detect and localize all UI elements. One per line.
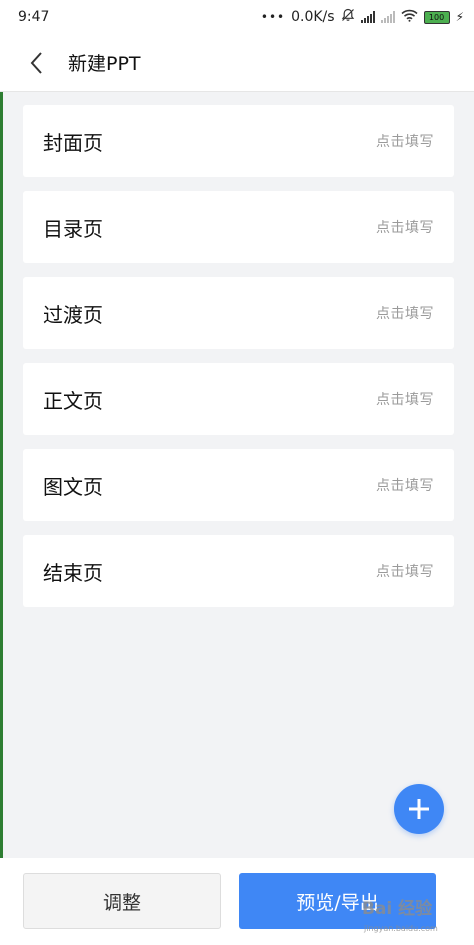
list-item-cover[interactable]: 封面页 点击填写 [23,105,454,177]
battery-icon: 100 [423,10,450,24]
charging-icon: ⚡ [455,10,464,24]
status-time: 9:47 [18,9,50,25]
plus-icon [409,799,429,819]
list-item-body[interactable]: 正文页 点击填写 [23,363,454,435]
item-hint: 点击填写 [376,134,434,150]
item-hint: 点击填写 [376,306,434,322]
chevron-left-icon [30,51,42,74]
battery-level: 100 [428,12,445,22]
page-title: 新建PPT [68,53,141,75]
item-label: 结束页 [43,560,103,585]
list-item-ending[interactable]: 结束页 点击填写 [23,535,454,607]
list-item-image-text[interactable]: 图文页 点击填写 [23,449,454,521]
watermark: Bai 经验 jingyan.baidu.com [358,888,470,938]
signal-icon [360,11,375,23]
mute-bell-icon [341,8,355,26]
item-label: 正文页 [43,388,103,413]
status-dots: ••• [260,10,286,24]
item-hint: 点击填写 [376,220,434,236]
item-label: 封面页 [43,130,103,155]
list-item-transition[interactable]: 过渡页 点击填写 [23,277,454,349]
item-label: 目录页 [43,216,103,241]
back-button[interactable] [22,48,52,78]
page-type-list: 封面页 点击填写 目录页 点击填写 过渡页 点击填写 正文页 点击填写 图文页 … [23,105,454,621]
item-hint: 点击填写 [376,564,434,580]
watermark-brand: Bai 经验 [362,899,433,919]
item-hint: 点击填写 [376,478,434,494]
adjust-button[interactable]: 调整 [23,873,221,929]
status-icons: ••• 0.0K/s 100 ⚡ [261,8,464,26]
left-edge-line [0,0,3,945]
watermark-url: jingyan.baidu.com [364,924,438,933]
item-label: 图文页 [43,474,103,499]
app-header: 新建PPT [0,34,474,92]
signal-weak-icon [380,11,395,23]
item-hint: 点击填写 [376,392,434,408]
wifi-icon [401,9,418,26]
list-item-contents[interactable]: 目录页 点击填写 [23,191,454,263]
network-speed: 0.0K/s [291,9,335,25]
item-label: 过渡页 [43,302,103,327]
add-page-button[interactable] [394,784,444,834]
status-bar: 9:47 ••• 0.0K/s 100 ⚡ [0,0,474,34]
